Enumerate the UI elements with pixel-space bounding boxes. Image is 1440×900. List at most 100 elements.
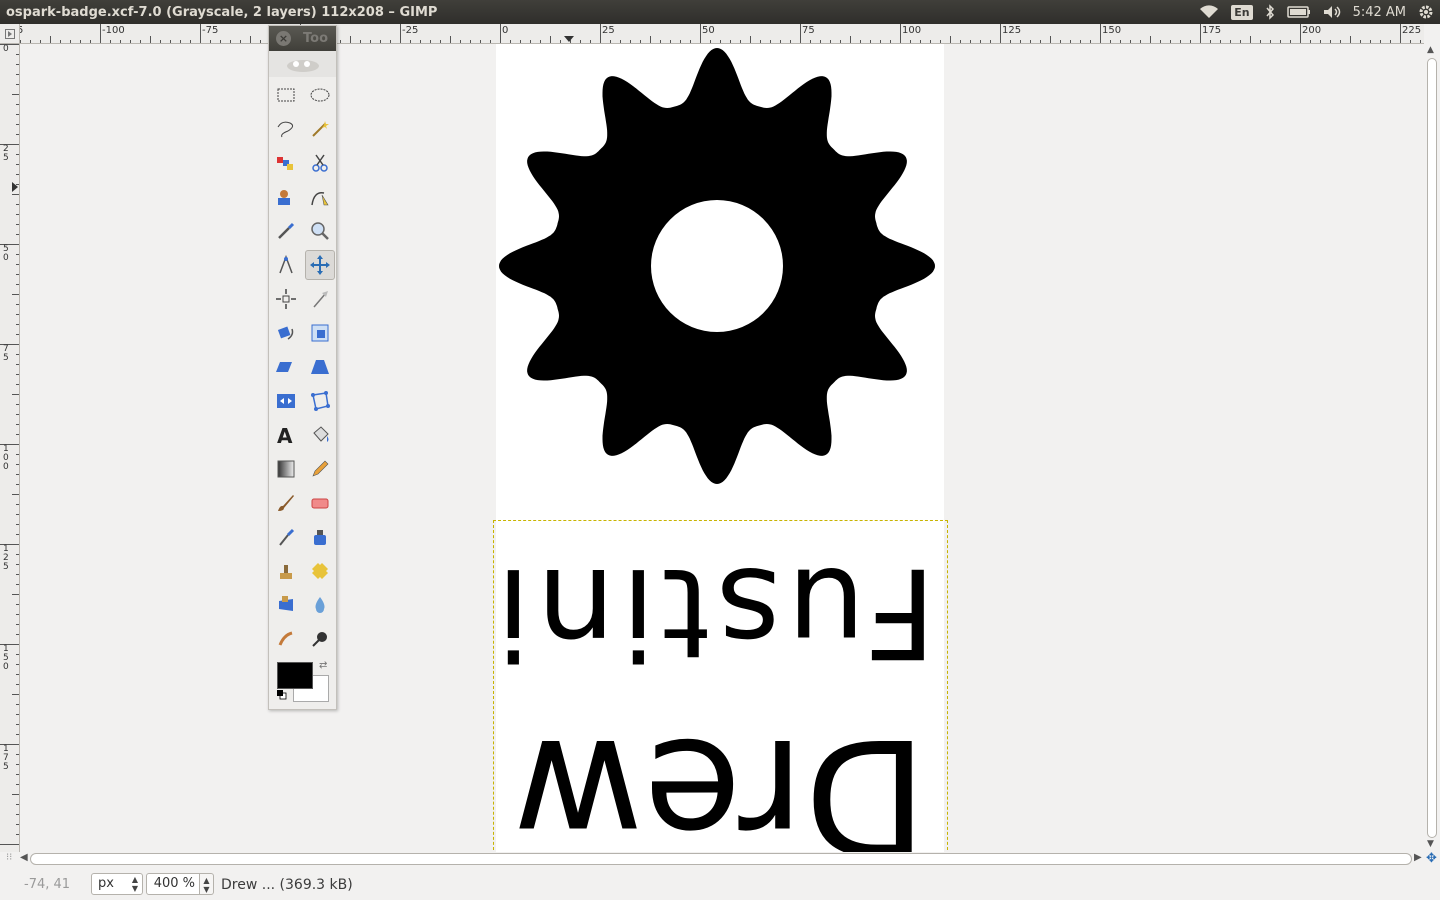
vertical-ruler[interactable]: 0 25 50 75 100 125 150 175 (0, 44, 20, 852)
top-panel: ospark-badge.xcf-7.0 (Grayscale, 2 layer… (0, 0, 1440, 24)
blend-tool-icon[interactable] (271, 454, 301, 484)
unit-select-value: px (98, 876, 114, 891)
clock[interactable]: 5:42 AM (1349, 5, 1412, 20)
flip-tool-icon[interactable] (271, 386, 301, 416)
ruler-label: 0 (502, 25, 509, 36)
ruler-label: 150 (3, 644, 9, 672)
text-tool-icon[interactable]: A (271, 420, 301, 450)
gear-hole (651, 200, 783, 332)
ruler-label: 50 (3, 244, 9, 263)
ellipse-select-tool-icon[interactable] (305, 80, 335, 110)
paths-tool-icon[interactable] (305, 182, 335, 212)
swap-colors-icon[interactable]: ⇄ (319, 660, 327, 671)
battery-icon[interactable] (1281, 0, 1317, 24)
ruler-label: 5 (20, 25, 23, 36)
perspective-clone-tool-icon[interactable] (271, 590, 301, 620)
keyboard-layout-label: En (1231, 4, 1253, 20)
settings-gear-icon[interactable] (1412, 0, 1440, 24)
ruler-label: 100 (902, 25, 922, 36)
status-message: Drew ... (369.3 kB) (221, 877, 353, 893)
unit-select[interactable]: px ▲ ▼ (91, 873, 143, 895)
blur-sharpen-tool-icon[interactable] (305, 590, 335, 620)
cage-transform-tool-icon[interactable] (305, 386, 335, 416)
fuzzy-select-tool-icon[interactable] (305, 114, 335, 144)
wilber-icon (286, 60, 319, 72)
ruler-label: 25 (3, 144, 9, 163)
wifi-icon[interactable] (1193, 0, 1225, 24)
bucket-fill-tool-icon[interactable] (305, 420, 335, 450)
measure-tool-icon[interactable] (271, 250, 301, 280)
crop-tool-icon[interactable] (305, 284, 335, 314)
navigate-image-icon[interactable]: ⁝⁝ (6, 852, 12, 863)
pencil-tool-icon[interactable] (305, 454, 335, 484)
toolbox-titlebar[interactable]: × Too (269, 26, 336, 51)
scroll-left-arrow-icon[interactable]: ◀ (20, 852, 28, 863)
default-colors-icon[interactable] (277, 690, 287, 700)
rotate-tool-icon[interactable] (271, 318, 301, 348)
image-canvas[interactable]: Fustini Drew (20, 44, 1424, 852)
vertical-scroll-thumb[interactable] (1427, 58, 1437, 838)
pointer-coordinates: -74, 41 (24, 877, 71, 892)
paintbrush-tool-icon[interactable] (271, 488, 301, 518)
ruler-label: 75 (3, 344, 9, 363)
scissors-select-tool-icon[interactable] (305, 148, 335, 178)
airbrush-tool-icon[interactable] (271, 522, 301, 552)
gimp-window: ospark-badge.xcf-7.0 (Grayscale, 2 layer… (0, 0, 1440, 900)
ruler-label: 150 (1102, 25, 1122, 36)
alignment-tool-icon[interactable] (271, 284, 301, 314)
move-tool-icon[interactable] (305, 250, 335, 280)
ruler-label: 125 (3, 544, 9, 572)
scale-tool-icon[interactable] (305, 318, 335, 348)
smudge-tool-icon[interactable] (271, 624, 301, 654)
gear-graphic (499, 48, 935, 484)
ruler-label: 0 (3, 44, 9, 54)
zoom-dropdown-icon[interactable]: ▲ ▼ (200, 873, 214, 895)
ruler-label: 225 (1402, 25, 1422, 36)
toolbox-window[interactable]: × Too A ⇄ (268, 25, 337, 710)
unit-select-arrows-icon: ▲ ▼ (131, 875, 138, 893)
heal-tool-icon[interactable] (305, 556, 335, 586)
select-by-color-tool-icon[interactable] (271, 148, 301, 178)
vertical-scrollbar[interactable]: ▲ ▼ (1424, 44, 1440, 852)
ruler-label: 125 (1002, 25, 1022, 36)
bluetooth-icon[interactable] (1259, 0, 1281, 24)
zoom-input[interactable]: 400 % (146, 873, 200, 895)
volume-icon[interactable] (1317, 0, 1349, 24)
perspective-tool-icon[interactable] (305, 352, 335, 382)
ruler-label: 200 (1302, 25, 1322, 36)
foreground-color-swatch[interactable] (277, 662, 313, 689)
keyboard-layout-indicator[interactable]: En (1225, 0, 1258, 24)
ruler-label: -75 (202, 25, 219, 36)
ruler-label: 175 (3, 744, 9, 772)
close-icon[interactable]: × (276, 31, 291, 46)
scroll-up-arrow-icon[interactable]: ▲ (1427, 45, 1434, 55)
eraser-tool-icon[interactable] (305, 488, 335, 518)
scroll-down-arrow-icon[interactable]: ▼ (1427, 839, 1434, 849)
ruler-label: -100 (102, 25, 125, 36)
navigate-icon[interactable]: ✥ (1426, 851, 1437, 866)
free-select-tool-icon[interactable] (271, 114, 301, 144)
ruler-pointer-marker (12, 182, 18, 192)
shear-tool-icon[interactable] (271, 352, 301, 382)
ruler-label: -25 (402, 25, 419, 36)
dodge-burn-tool-icon[interactable] (305, 624, 335, 654)
active-layer-boundary (493, 520, 948, 852)
window-title: ospark-badge.xcf-7.0 (Grayscale, 2 layer… (6, 4, 438, 20)
ruler-label: 50 (702, 25, 715, 36)
rectangle-select-tool-icon[interactable] (271, 80, 301, 110)
ink-tool-icon[interactable] (305, 522, 335, 552)
quick-mask-toggle-icon[interactable] (0, 24, 20, 44)
clone-tool-icon[interactable] (271, 556, 301, 586)
ruler-label: 25 (602, 25, 615, 36)
horizontal-ruler[interactable]: 5-100-75-50-250255075100125150175200225 (20, 24, 1424, 44)
ruler-label: 175 (1202, 25, 1222, 36)
scroll-right-arrow-icon[interactable]: ▶ (1414, 852, 1422, 863)
horizontal-scroll-thumb[interactable] (30, 853, 1412, 865)
color-picker-tool-icon[interactable] (271, 216, 301, 246)
ruler-label: 100 (3, 444, 9, 472)
wilber-drop-zone[interactable] (269, 51, 336, 77)
foreground-select-tool-icon[interactable] (271, 182, 301, 212)
svg-text:A: A (277, 424, 293, 447)
horizontal-scrollbar[interactable]: ⁝⁝ ◀ ▶ ✥ (0, 851, 1440, 866)
zoom-tool-icon[interactable] (305, 216, 335, 246)
